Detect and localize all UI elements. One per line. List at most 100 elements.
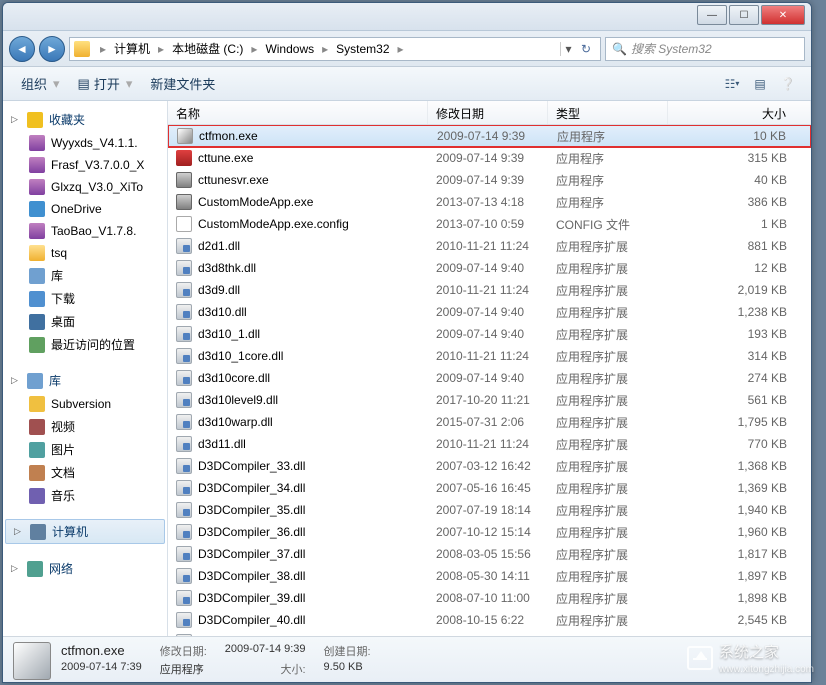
table-row[interactable]: CustomModeApp.exe2013-07-13 4:18应用程序386 … xyxy=(168,191,811,213)
file-rows[interactable]: ctfmon.exe2009-07-14 9:39应用程序10 KBcttune… xyxy=(168,125,811,636)
sidebar-item[interactable]: 下载 xyxy=(3,287,167,310)
back-button[interactable]: ◄ xyxy=(9,36,35,62)
watermark-url: www.xitongzhijia.com xyxy=(719,664,814,675)
table-row[interactable]: d3d10.dll2009-07-14 9:40应用程序扩展1,238 KB xyxy=(168,301,811,323)
column-type[interactable]: 类型 xyxy=(548,101,668,124)
file-name: ctfmon.exe xyxy=(199,129,258,143)
sidebar-libraries-header[interactable]: ▷ 库 xyxy=(3,368,167,393)
minimize-button[interactable]: — xyxy=(697,5,727,25)
table-row[interactable]: d3d11.dll2010-11-21 11:24应用程序扩展770 KB xyxy=(168,433,811,455)
sidebar-item[interactable]: 桌面 xyxy=(3,310,167,333)
file-size: 40 KB xyxy=(668,173,811,187)
table-row[interactable]: cttune.exe2009-07-14 9:39应用程序315 KB xyxy=(168,147,811,169)
breadcrumb-item[interactable]: Windows xyxy=(263,42,316,56)
file-name: d2d1.dll xyxy=(198,239,240,253)
search-icon: 🔍 xyxy=(612,42,627,56)
sidebar-item[interactable]: 视频 xyxy=(3,415,167,438)
file-icon xyxy=(13,642,51,680)
forward-button[interactable]: ► xyxy=(39,36,65,62)
sidebar-computer[interactable]: ▷ 计算机 xyxy=(5,519,165,544)
sidebar-item[interactable]: TaoBao_V1.7.8. xyxy=(3,220,167,242)
breadcrumb-item[interactable]: 本地磁盘 (C:) xyxy=(170,40,245,57)
preview-pane-button[interactable]: ▤ xyxy=(747,73,773,95)
sidebar-network[interactable]: ▷ 网络 xyxy=(3,556,167,581)
file-type: 应用程序扩展 xyxy=(548,612,668,629)
close-button[interactable]: ✕ xyxy=(761,5,805,25)
sidebar-item[interactable]: Wyyxds_V4.1.1. xyxy=(3,132,167,154)
file-size: 1,369 KB xyxy=(668,481,811,495)
column-headers: 名称 修改日期 类型 大小 xyxy=(168,101,811,125)
column-date[interactable]: 修改日期 xyxy=(428,101,548,124)
breadcrumb-item[interactable]: 计算机 xyxy=(112,40,152,57)
rar-icon xyxy=(29,223,45,239)
titlebar[interactable]: — ☐ ✕ xyxy=(3,3,811,31)
table-row[interactable]: D3DCompiler_41.dll2009-03-09 15:27应用程序扩展… xyxy=(168,631,811,636)
maximize-button[interactable]: ☐ xyxy=(729,5,759,25)
open-button[interactable]: ▤ 打开▾ xyxy=(70,70,143,97)
file-date: 2008-05-30 14:11 xyxy=(428,569,548,583)
table-row[interactable]: D3DCompiler_35.dll2007-07-19 18:14应用程序扩展… xyxy=(168,499,811,521)
table-row[interactable]: d3d10_1.dll2009-07-14 9:40应用程序扩展193 KB xyxy=(168,323,811,345)
file-icon xyxy=(176,326,192,342)
column-name[interactable]: 名称 xyxy=(168,101,428,124)
sidebar-item[interactable]: Frasf_V3.7.0.0_X xyxy=(3,154,167,176)
help-button[interactable]: ❔ xyxy=(775,73,801,95)
table-row[interactable]: D3DCompiler_39.dll2008-07-10 11:00应用程序扩展… xyxy=(168,587,811,609)
sidebar-favorites-header[interactable]: ▷ 收藏夹 xyxy=(3,107,167,132)
sidebar-item[interactable]: 图片 xyxy=(3,438,167,461)
table-row[interactable]: D3DCompiler_40.dll2008-10-15 6:22应用程序扩展2… xyxy=(168,609,811,631)
chevron-down-icon[interactable]: ▾ xyxy=(560,42,576,56)
new-folder-button[interactable]: 新建文件夹 xyxy=(142,70,223,97)
table-row[interactable]: CustomModeApp.exe.config2013-07-10 0:59C… xyxy=(168,213,811,235)
column-size[interactable]: 大小 xyxy=(668,101,811,124)
table-row[interactable]: d3d10core.dll2009-07-14 9:40应用程序扩展274 KB xyxy=(168,367,811,389)
sidebar-item[interactable]: 音乐 xyxy=(3,484,167,507)
organize-menu[interactable]: 组织▾ xyxy=(13,70,70,97)
table-row[interactable]: D3DCompiler_37.dll2008-03-05 15:56应用程序扩展… xyxy=(168,543,811,565)
chevron-right-icon[interactable]: ▸ xyxy=(316,42,334,56)
search-input[interactable]: 🔍 搜索 System32 xyxy=(605,37,805,61)
sidebar[interactable]: ▷ 收藏夹 Wyyxds_V4.1.1.Frasf_V3.7.0.0_XGlxz… xyxy=(3,101,168,636)
table-row[interactable]: d3d8thk.dll2009-07-14 9:40应用程序扩展12 KB xyxy=(168,257,811,279)
file-icon xyxy=(176,172,192,188)
table-row[interactable]: d3d9.dll2010-11-21 11:24应用程序扩展2,019 KB xyxy=(168,279,811,301)
file-name: D3DCompiler_35.dll xyxy=(198,503,305,517)
file-name: CustomModeApp.exe xyxy=(198,195,313,209)
file-size: 1,817 KB xyxy=(668,547,811,561)
sidebar-item[interactable]: Subversion xyxy=(3,393,167,415)
table-row[interactable]: d3d10warp.dll2015-07-31 2:06应用程序扩展1,795 … xyxy=(168,411,811,433)
table-row[interactable]: d2d1.dll2010-11-21 11:24应用程序扩展881 KB xyxy=(168,235,811,257)
table-row[interactable]: d3d10_1core.dll2010-11-21 11:24应用程序扩展314… xyxy=(168,345,811,367)
chevron-right-icon[interactable]: ▸ xyxy=(152,42,170,56)
sidebar-item[interactable]: Glxzq_V3.0_XiTo xyxy=(3,176,167,198)
search-placeholder: 搜索 System32 xyxy=(631,40,712,57)
sidebar-item[interactable]: tsq xyxy=(3,242,167,264)
table-row[interactable]: cttunesvr.exe2009-07-14 9:39应用程序40 KB xyxy=(168,169,811,191)
file-size: 12 KB xyxy=(668,261,811,275)
chevron-right-icon[interactable]: ▸ xyxy=(245,42,263,56)
sidebar-item[interactable]: 库 xyxy=(3,264,167,287)
table-row[interactable]: d3d10level9.dll2017-10-20 11:21应用程序扩展561… xyxy=(168,389,811,411)
sidebar-item-label: 库 xyxy=(51,267,63,284)
sidebar-item[interactable]: 文档 xyxy=(3,461,167,484)
view-options-button[interactable]: ☷▾ xyxy=(719,73,745,95)
chevron-right-icon[interactable]: ▸ xyxy=(392,42,410,56)
sidebar-item[interactable]: 最近访问的位置 xyxy=(3,333,167,356)
file-size: 315 KB xyxy=(668,151,811,165)
table-row[interactable]: D3DCompiler_34.dll2007-05-16 16:45应用程序扩展… xyxy=(168,477,811,499)
breadcrumb-item[interactable]: System32 xyxy=(334,42,391,56)
table-row[interactable]: ctfmon.exe2009-07-14 9:39应用程序10 KB xyxy=(168,125,811,147)
rec-icon xyxy=(29,337,45,353)
file-icon xyxy=(176,348,192,364)
table-row[interactable]: D3DCompiler_38.dll2008-05-30 14:11应用程序扩展… xyxy=(168,565,811,587)
breadcrumb[interactable]: ▸ 计算机 ▸ 本地磁盘 (C:) ▸ Windows ▸ System32 ▸… xyxy=(69,37,601,61)
file-size: 2,019 KB xyxy=(668,283,811,297)
table-row[interactable]: D3DCompiler_33.dll2007-03-12 16:42应用程序扩展… xyxy=(168,455,811,477)
table-row[interactable]: D3DCompiler_36.dll2007-10-12 15:14应用程序扩展… xyxy=(168,521,811,543)
file-type: 应用程序扩展 xyxy=(548,238,668,255)
file-type: 应用程序扩展 xyxy=(548,546,668,563)
refresh-icon[interactable]: ↻ xyxy=(576,42,596,56)
chevron-right-icon[interactable]: ▸ xyxy=(94,42,112,56)
sidebar-item[interactable]: OneDrive xyxy=(3,198,167,220)
file-name: d3d10level9.dll xyxy=(198,393,278,407)
